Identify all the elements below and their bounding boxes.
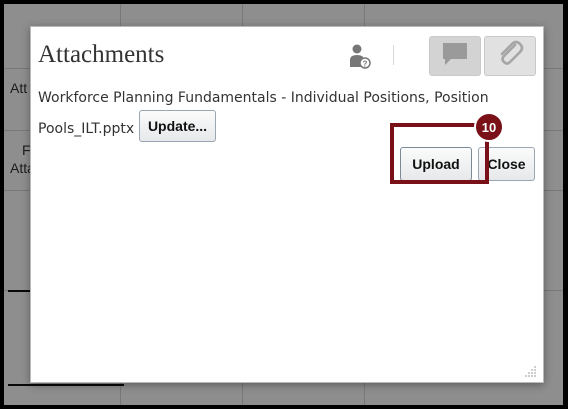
comment-icon	[441, 41, 469, 72]
dialog-title: Attachments	[38, 41, 165, 68]
resize-grip-icon[interactable]	[525, 364, 537, 377]
update-button[interactable]: Update...	[139, 110, 216, 142]
attachment-file-name-continued: Pools_ILT.pptx	[38, 121, 135, 137]
svg-text:?: ?	[363, 60, 368, 69]
help-icon[interactable]: ?	[349, 43, 371, 69]
paperclip-icon	[495, 39, 525, 74]
attach-button[interactable]	[484, 36, 536, 76]
header-separator	[393, 45, 394, 65]
step-number-badge: 10	[474, 112, 504, 142]
comment-button[interactable]	[429, 36, 481, 76]
attachment-file-name: Workforce Planning Fundamentals - Indivi…	[38, 90, 489, 106]
attachments-dialog: Attachments ? Workforce Planning Fundame…	[30, 26, 544, 383]
